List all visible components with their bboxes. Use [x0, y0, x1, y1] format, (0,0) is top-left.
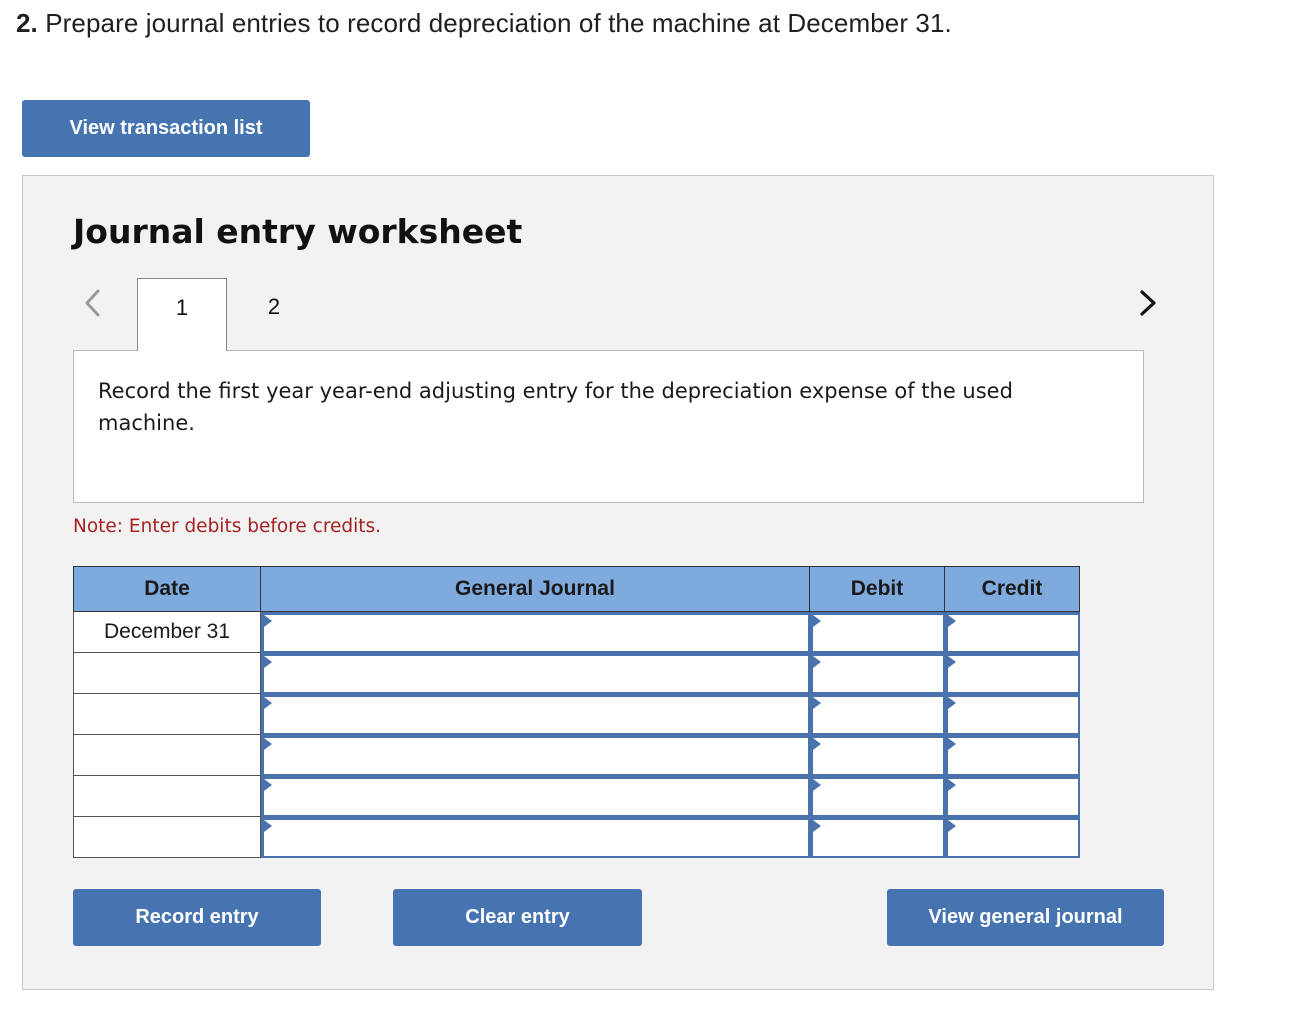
dropdown-indicator-icon — [264, 778, 272, 791]
dropdown-indicator-icon — [812, 778, 821, 791]
clear-entry-button[interactable]: Clear entry — [393, 889, 642, 946]
header-general-journal: General Journal — [260, 566, 810, 612]
date-cell — [73, 775, 261, 817]
credit-input-cell — [944, 775, 1080, 817]
dropdown-indicator-icon — [947, 615, 956, 627]
question-text: Prepare journal entries to record deprec… — [45, 8, 952, 38]
entry-prompt-text: Record the first year year-end adjusting… — [98, 379, 1013, 435]
dropdown-indicator-icon — [264, 615, 272, 627]
chevron-left-icon — [85, 289, 100, 317]
dropdown-indicator-icon — [264, 819, 272, 832]
header-debit: Debit — [809, 566, 945, 612]
account-input-cell — [260, 652, 810, 694]
dropdown-indicator-icon — [264, 737, 272, 750]
debit-input[interactable] — [812, 696, 943, 733]
next-button[interactable] — [1133, 286, 1163, 320]
account-input[interactable] — [264, 778, 808, 815]
journal-table: Date General Journal Debit Credit Decemb… — [73, 566, 1080, 858]
journal-entry-worksheet: Journal entry worksheet 1 2 Record the f… — [22, 175, 1214, 990]
account-input[interactable] — [264, 819, 808, 856]
dropdown-indicator-icon — [812, 696, 821, 709]
tab-label: 2 — [267, 294, 281, 319]
account-input-cell — [260, 693, 810, 735]
debits-note: Note: Enter debits before credits. — [73, 516, 382, 537]
debit-input[interactable] — [812, 819, 943, 856]
dropdown-indicator-icon — [947, 778, 956, 791]
tab-label: 1 — [175, 295, 189, 320]
dropdown-indicator-icon — [947, 655, 956, 668]
debit-input[interactable] — [812, 655, 943, 692]
entry-prompt-box: Record the first year year-end adjusting… — [73, 350, 1144, 503]
credit-input-cell — [944, 693, 1080, 735]
table-row: December 31 — [73, 611, 1080, 653]
account-input[interactable] — [264, 615, 808, 651]
debit-input[interactable] — [812, 778, 943, 815]
dropdown-indicator-icon — [264, 696, 272, 709]
dropdown-indicator-icon — [812, 655, 821, 668]
dropdown-indicator-icon — [812, 737, 821, 750]
debit-input[interactable] — [812, 615, 943, 651]
debit-input-cell — [809, 693, 945, 735]
account-input-cell — [260, 611, 810, 653]
date-cell — [73, 693, 261, 735]
account-input[interactable] — [264, 696, 808, 733]
credit-input[interactable] — [947, 778, 1078, 815]
dropdown-indicator-icon — [812, 615, 821, 627]
dropdown-indicator-icon — [947, 819, 956, 832]
credit-input-cell — [944, 611, 1080, 653]
table-header-row: Date General Journal Debit Credit — [73, 566, 1080, 612]
account-input[interactable] — [264, 655, 808, 692]
credit-input[interactable] — [947, 615, 1078, 651]
account-input[interactable] — [264, 737, 808, 774]
previous-button[interactable] — [77, 286, 107, 320]
credit-input[interactable] — [947, 737, 1078, 774]
debit-input-cell — [809, 734, 945, 776]
debit-input-cell — [809, 652, 945, 694]
account-input-cell — [260, 734, 810, 776]
dropdown-indicator-icon — [264, 655, 272, 668]
tab-1[interactable]: 1 — [137, 278, 227, 351]
chevron-right-icon — [1140, 290, 1156, 316]
account-input-cell — [260, 816, 810, 858]
date-cell — [73, 734, 261, 776]
credit-input-cell — [944, 652, 1080, 694]
view-transaction-list-button[interactable]: View transaction list — [22, 100, 310, 157]
table-row — [73, 816, 1080, 858]
debit-input-cell — [809, 775, 945, 817]
tab-2[interactable]: 2 — [229, 278, 319, 351]
credit-input-cell — [944, 816, 1080, 858]
dropdown-indicator-icon — [812, 819, 821, 832]
table-row — [73, 734, 1080, 776]
dropdown-indicator-icon — [947, 696, 956, 709]
date-cell: December 31 — [73, 611, 261, 653]
credit-input[interactable] — [947, 655, 1078, 692]
table-row — [73, 652, 1080, 694]
debit-input-cell — [809, 611, 945, 653]
question-heading: 2. Prepare journal entries to record dep… — [16, 8, 952, 39]
record-entry-button[interactable]: Record entry — [73, 889, 321, 946]
view-general-journal-button[interactable]: View general journal — [887, 889, 1164, 946]
date-cell — [73, 652, 261, 694]
worksheet-title: Journal entry worksheet — [73, 212, 523, 251]
debit-input-cell — [809, 816, 945, 858]
question-number: 2. — [16, 8, 38, 38]
dropdown-indicator-icon — [947, 737, 956, 750]
date-cell — [73, 816, 261, 858]
table-row — [73, 775, 1080, 817]
credit-input[interactable] — [947, 819, 1078, 856]
credit-input-cell — [944, 734, 1080, 776]
header-date: Date — [73, 566, 261, 612]
header-credit: Credit — [944, 566, 1080, 612]
table-row — [73, 693, 1080, 735]
account-input-cell — [260, 775, 810, 817]
credit-input[interactable] — [947, 696, 1078, 733]
debit-input[interactable] — [812, 737, 943, 774]
